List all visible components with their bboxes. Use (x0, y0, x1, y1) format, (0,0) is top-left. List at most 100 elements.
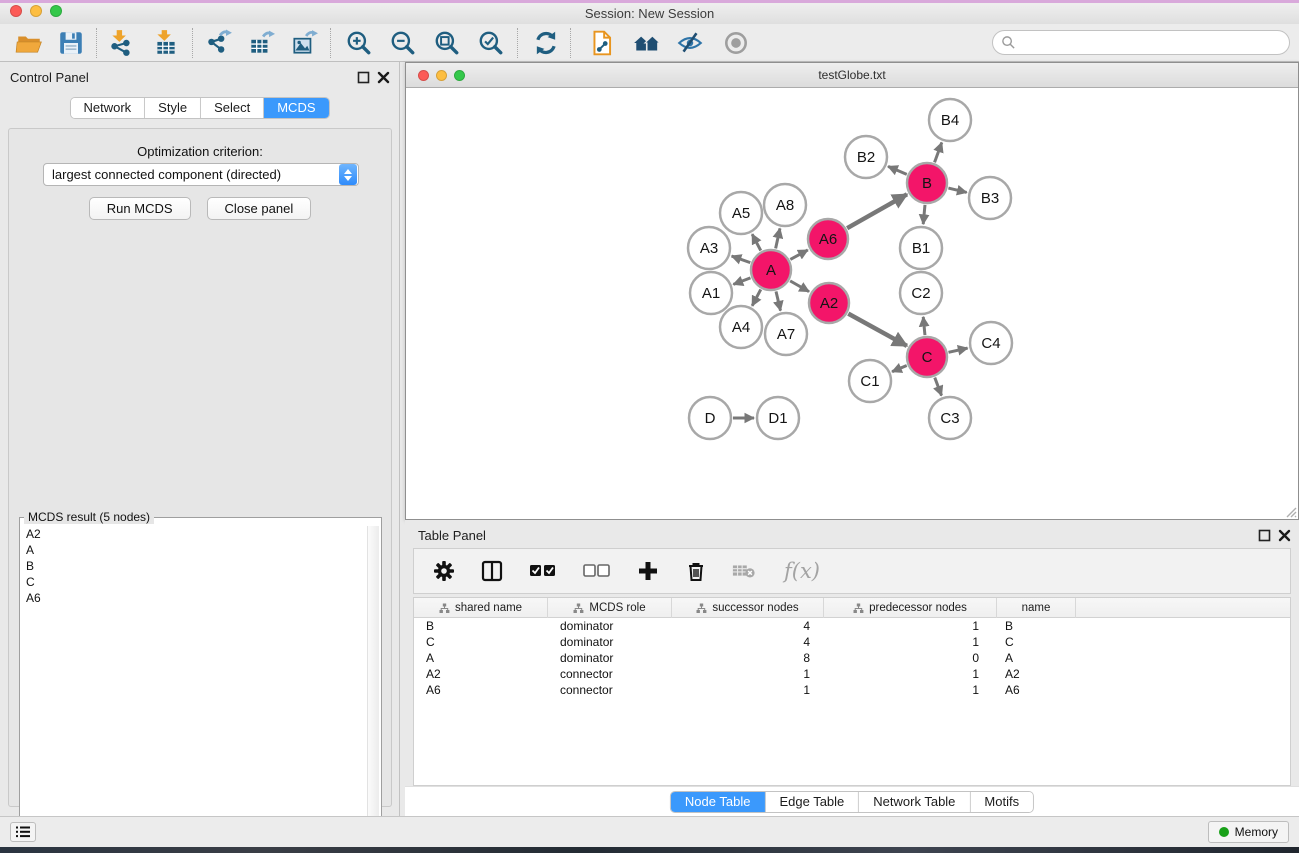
run-mcds-button[interactable]: Run MCDS (89, 197, 191, 220)
graph-node-A6[interactable]: A6 (808, 219, 848, 259)
graph-node-C[interactable]: C (907, 337, 947, 377)
zoom-out-button[interactable] (389, 29, 419, 57)
float-panel-icon[interactable] (357, 71, 370, 84)
search-input[interactable] (992, 30, 1290, 55)
tab-motifs[interactable]: Motifs (970, 792, 1033, 812)
graph-node-A2[interactable]: A2 (809, 283, 849, 323)
inactive-eye-button[interactable] (722, 29, 752, 57)
zoom-fit-button[interactable] (433, 29, 463, 57)
minimize-traffic-light[interactable] (30, 5, 42, 17)
resize-grip-icon[interactable] (1283, 504, 1297, 518)
mcds-result-list[interactable]: A2ABCA6 (22, 526, 369, 853)
delete-column-button[interactable] (684, 559, 708, 583)
graph-node-A8[interactable]: A8 (764, 184, 806, 226)
graph-edge-A6-B[interactable] (847, 194, 907, 228)
tab-select[interactable]: Select (201, 98, 264, 118)
zoom-in-button[interactable] (345, 29, 375, 57)
table-row[interactable]: A6connector11A6 (414, 682, 1290, 698)
graph-node-A3[interactable]: A3 (688, 227, 730, 269)
minimize-traffic-light[interactable] (436, 70, 447, 81)
graph-edge-A-A1[interactable] (733, 278, 750, 285)
graph-node-B2[interactable]: B2 (845, 136, 887, 178)
graph-edge-B-B4[interactable] (935, 143, 942, 163)
close-panel-icon[interactable] (1278, 529, 1291, 542)
graph-node-B4[interactable]: B4 (929, 99, 971, 141)
network-document-button[interactable] (588, 29, 618, 57)
table-row[interactable]: Bdominator41B (414, 618, 1290, 634)
toggle-column-view-button[interactable] (480, 559, 504, 583)
redraw-graph-button[interactable] (532, 29, 562, 57)
column-header-MCDS-role[interactable]: MCDS role (548, 598, 672, 618)
export-network-button[interactable] (205, 29, 235, 57)
mcds-result-item[interactable]: B (26, 558, 369, 574)
deselect-all-rows-button[interactable] (582, 559, 612, 583)
close-panel-button[interactable]: Close panel (207, 197, 312, 220)
graph-node-A5[interactable]: A5 (720, 192, 762, 234)
graph-edge-B-B2[interactable] (888, 166, 907, 174)
tab-network[interactable]: Network (70, 98, 145, 118)
graph-node-A7[interactable]: A7 (765, 313, 807, 355)
memory-button[interactable]: Memory (1208, 821, 1289, 843)
graph-node-C1[interactable]: C1 (849, 360, 891, 402)
graph-edge-A-A7[interactable] (776, 291, 781, 310)
delete-table-button[interactable] (732, 559, 756, 583)
optimization-criterion-select[interactable]: largest connected component (directed) (43, 163, 359, 186)
zoom-traffic-light[interactable] (50, 5, 62, 17)
mcds-result-item[interactable]: A2 (26, 526, 369, 542)
graph-edge-C-C2[interactable] (923, 317, 925, 335)
table-row[interactable]: Adominator80A (414, 650, 1290, 666)
tab-node-table[interactable]: Node Table (671, 792, 766, 812)
mcds-result-item[interactable]: A6 (26, 590, 369, 606)
import-network-button[interactable] (107, 29, 137, 57)
table-row[interactable]: Cdominator41C (414, 634, 1290, 650)
tab-mcds[interactable]: MCDS (264, 98, 328, 118)
column-header-successor-nodes[interactable]: successor nodes (672, 598, 824, 618)
graph-node-C2[interactable]: C2 (900, 272, 942, 314)
export-image-button[interactable] (290, 29, 320, 57)
column-header-name[interactable]: name (997, 598, 1076, 618)
graph-node-B[interactable]: B (907, 163, 947, 203)
graph-node-A4[interactable]: A4 (720, 306, 762, 348)
task-history-button[interactable] (10, 822, 36, 842)
column-header-predecessor-nodes[interactable]: predecessor nodes (824, 598, 997, 618)
graph-edge-C-C4[interactable] (948, 348, 967, 352)
result-scrollbar[interactable] (367, 526, 379, 853)
graph-node-C3[interactable]: C3 (929, 397, 971, 439)
open-session-button[interactable] (15, 29, 45, 57)
graph-edge-A-A6[interactable] (790, 250, 807, 260)
graph-node-D1[interactable]: D1 (757, 397, 799, 439)
apply-function-button[interactable]: f(x) (780, 559, 824, 583)
graph-node-B3[interactable]: B3 (969, 177, 1011, 219)
graph-node-A[interactable]: A (751, 250, 791, 290)
export-table-button[interactable] (247, 29, 277, 57)
close-traffic-light[interactable] (418, 70, 429, 81)
graph-edge-B-B3[interactable] (948, 188, 966, 192)
tab-style[interactable]: Style (145, 98, 201, 118)
mcds-result-item[interactable]: C (26, 574, 369, 590)
close-traffic-light[interactable] (10, 5, 22, 17)
graph-node-A1[interactable]: A1 (690, 272, 732, 314)
graph-edge-A-A8[interactable] (776, 228, 780, 248)
table-settings-button[interactable] (432, 559, 456, 583)
graph-edge-C-C1[interactable] (892, 366, 907, 372)
graph-edge-A-A5[interactable] (752, 234, 761, 250)
column-header-shared-name[interactable]: shared name (414, 598, 548, 618)
graph-edge-C-C3[interactable] (935, 378, 942, 396)
save-session-button[interactable] (57, 29, 87, 57)
zoom-selected-button[interactable] (477, 29, 507, 57)
import-table-button[interactable] (152, 29, 182, 57)
graph-edge-A2-C[interactable] (848, 314, 907, 346)
tab-edge-table[interactable]: Edge Table (765, 792, 859, 812)
graph-node-C4[interactable]: C4 (970, 322, 1012, 364)
graph-node-B1[interactable]: B1 (900, 227, 942, 269)
graph-edge-A-A4[interactable] (752, 289, 761, 305)
mcds-result-item[interactable]: A (26, 542, 369, 558)
close-panel-icon[interactable] (377, 71, 390, 84)
graph-edge-A-A2[interactable] (790, 281, 809, 292)
tab-network-table[interactable]: Network Table (859, 792, 970, 812)
graph-node-D[interactable]: D (689, 397, 731, 439)
network-window-titlebar[interactable]: testGlobe.txt (406, 63, 1298, 88)
zoom-traffic-light[interactable] (454, 70, 465, 81)
add-column-button[interactable] (636, 559, 660, 583)
network-canvas[interactable]: A A1 A2 A3 A4 A5 A6 A7 A8 B B1 B2 B3 B4 C C1 C2 C3 C4 D D1 (406, 89, 1298, 519)
